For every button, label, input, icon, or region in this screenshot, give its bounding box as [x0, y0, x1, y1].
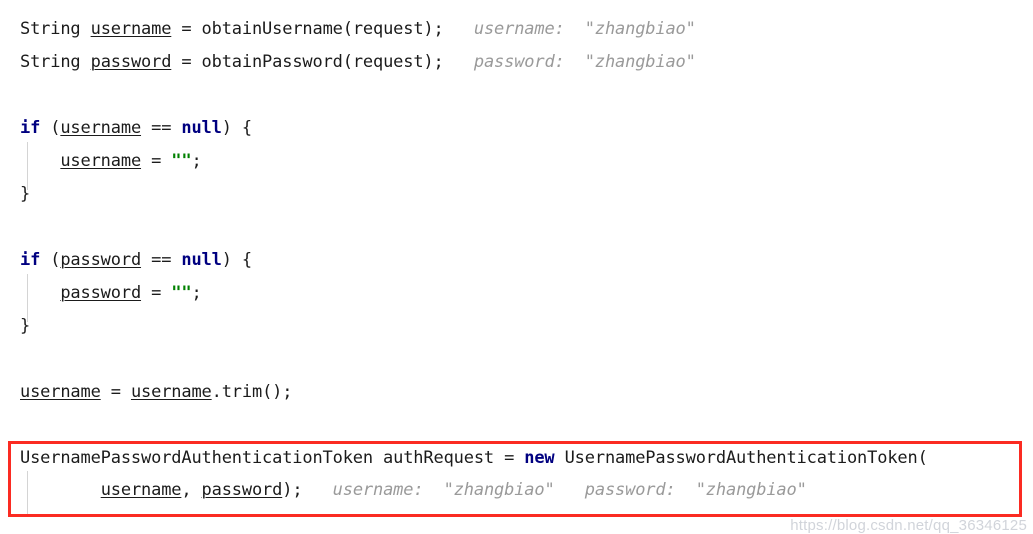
code-token-keyword: null — [181, 118, 222, 138]
code-line[interactable]: String password = obtainPassword(request… — [20, 52, 696, 72]
code-line[interactable]: username, password); username: "zhangbia… — [20, 480, 807, 500]
code-token-plain: ( — [40, 118, 61, 138]
code-token-var: username — [130, 382, 212, 402]
code-token-plain: ; — [191, 151, 202, 171]
code-line[interactable]: if (username == null) { — [20, 118, 252, 138]
code-token-plain: .trim(); — [211, 382, 293, 402]
code-line[interactable]: } — [20, 184, 30, 204]
code-token-plain: ( — [40, 250, 61, 270]
code-token-var: password — [201, 480, 283, 500]
code-token-var: username — [100, 480, 182, 500]
code-token-keyword: if — [20, 250, 41, 270]
hint-spacer — [302, 480, 332, 500]
code-token-keyword: null — [181, 250, 222, 270]
code-token-plain: == — [141, 118, 182, 138]
code-token-plain: ; — [191, 283, 202, 303]
code-line[interactable]: } — [20, 316, 30, 336]
code-token-plain: ) { — [221, 118, 252, 138]
code-token-plain: UsernamePasswordAuthenticationToken( — [554, 448, 928, 468]
code-token-keyword: if — [20, 118, 41, 138]
code-token-var: username — [60, 151, 142, 171]
code-token-var: username — [90, 19, 172, 39]
indent-guide-line — [27, 471, 28, 515]
indent-guide-line — [27, 274, 28, 322]
code-token-plain: = obtainUsername(request); — [171, 19, 444, 39]
code-token-var: password — [60, 283, 142, 303]
code-token-string: "" — [171, 151, 192, 171]
code-line[interactable]: username = ""; — [20, 151, 202, 171]
code-token-plain: , — [181, 480, 202, 500]
inline-parameter-hint: username: "zhangbiao" — [473, 19, 696, 39]
code-token-string: "" — [171, 283, 192, 303]
watermark-text: https://blog.csdn.net/qq_36346125 — [790, 517, 1027, 534]
indent-guide-line — [27, 142, 28, 190]
code-token-plain: = — [141, 283, 172, 303]
code-token-var: password — [90, 52, 172, 72]
code-editor-canvas[interactable]: String username = obtainUsername(request… — [0, 0, 1033, 534]
code-token-plain: UsernamePasswordAuthenticationToken auth… — [20, 448, 525, 468]
code-token-plain: == — [141, 250, 182, 270]
code-line[interactable]: username = username.trim(); — [20, 382, 292, 402]
code-line[interactable]: String username = obtainUsername(request… — [20, 19, 696, 39]
code-token-plain: = — [141, 151, 172, 171]
code-token-plain: ) { — [221, 250, 252, 270]
code-token-plain: } — [20, 316, 31, 336]
code-token-var: username — [60, 118, 142, 138]
inline-parameter-hint: password: "zhangbiao" — [473, 52, 696, 72]
code-line[interactable]: UsernamePasswordAuthenticationToken auth… — [20, 448, 928, 468]
code-token-keyword: new — [524, 448, 555, 468]
code-token-plain: ); — [282, 480, 303, 500]
code-token-var: username — [20, 382, 101, 402]
code-token-plain: = obtainPassword(request); — [171, 52, 444, 72]
code-token-plain: } — [20, 184, 31, 204]
code-line[interactable]: password = ""; — [20, 283, 202, 303]
code-line[interactable]: if (password == null) { — [20, 250, 252, 270]
hint-spacer — [444, 52, 474, 72]
code-token-var: password — [60, 250, 142, 270]
code-token-plain: String — [20, 19, 91, 39]
inline-parameter-hint: username: "zhangbiao" password: "zhangbi… — [332, 480, 807, 500]
code-token-plain: = — [100, 382, 131, 402]
code-token-plain: String — [20, 52, 91, 72]
hint-spacer — [444, 19, 474, 39]
